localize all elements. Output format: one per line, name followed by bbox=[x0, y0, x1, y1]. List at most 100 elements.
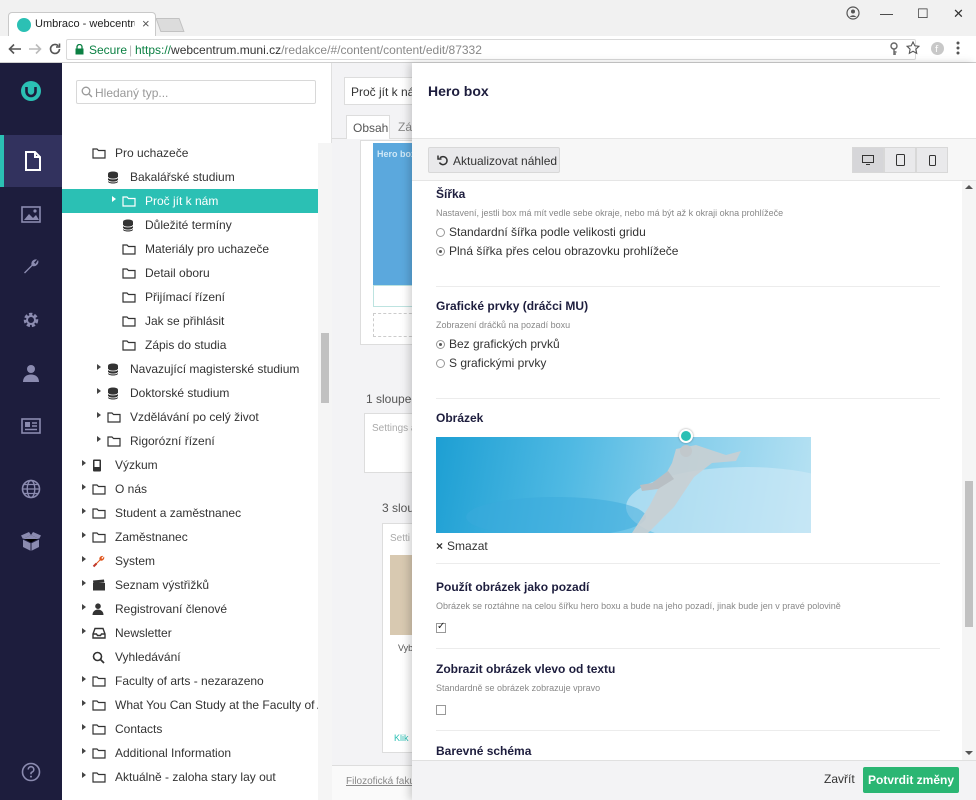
reload-icon[interactable] bbox=[48, 42, 62, 56]
tree-item[interactable]: O nás bbox=[62, 477, 318, 501]
caret-right-icon[interactable] bbox=[82, 700, 86, 706]
tree-item[interactable]: Vyhledávání bbox=[62, 645, 318, 669]
tree-scrollbar[interactable] bbox=[318, 143, 332, 800]
tree-item[interactable]: Doktorské studium bbox=[62, 381, 318, 405]
tab-second[interactable]: Zá bbox=[398, 120, 412, 134]
tree-item[interactable]: Jak se přihlásit bbox=[62, 309, 318, 333]
tree-item[interactable]: Přijímací řízení bbox=[62, 285, 318, 309]
tree-item[interactable]: Zaměstnanec bbox=[62, 525, 318, 549]
tree-item[interactable]: Pro uchazeče bbox=[62, 141, 318, 165]
caret-right-icon[interactable] bbox=[82, 532, 86, 538]
back-arrow-icon[interactable] bbox=[8, 42, 22, 56]
settings-label[interactable]: Settings a bbox=[372, 423, 414, 434]
caret-right-icon[interactable] bbox=[82, 484, 86, 490]
umbraco-logo-icon[interactable] bbox=[0, 65, 62, 117]
caret-right-icon[interactable] bbox=[82, 748, 86, 754]
focal-point-handle[interactable] bbox=[679, 429, 693, 443]
tree-item[interactable]: Seznam výstřižků bbox=[62, 573, 318, 597]
overlay-scrollbar[interactable] bbox=[962, 181, 976, 760]
tree-item[interactable]: What You Can Study at the Faculty of Art… bbox=[62, 693, 338, 717]
profile-icon[interactable] bbox=[846, 6, 860, 20]
scroll-down-icon[interactable] bbox=[965, 751, 973, 755]
tab-content[interactable]: Obsah bbox=[346, 115, 390, 139]
confirm-button[interactable]: Potvrdit změny bbox=[863, 767, 959, 793]
browser-menu-icon[interactable] bbox=[956, 41, 960, 55]
add-content-placeholder[interactable] bbox=[373, 313, 414, 337]
caret-right-icon[interactable] bbox=[82, 556, 86, 562]
delete-image-button[interactable]: × Smazat bbox=[436, 539, 488, 553]
left-checkbox[interactable] bbox=[436, 705, 446, 715]
caret-right-icon[interactable] bbox=[97, 388, 101, 394]
caret-right-icon[interactable] bbox=[82, 676, 86, 682]
caret-right-icon[interactable] bbox=[112, 196, 116, 202]
tree-item[interactable]: Contacts bbox=[62, 717, 318, 741]
forward-arrow-icon[interactable] bbox=[28, 42, 42, 56]
tree-item[interactable]: Materiály pro uchazeče bbox=[62, 237, 318, 261]
tablet-preview-button[interactable] bbox=[884, 147, 916, 173]
caret-right-icon[interactable] bbox=[97, 436, 101, 442]
tree-item[interactable]: System bbox=[62, 549, 318, 573]
caret-right-icon[interactable] bbox=[82, 604, 86, 610]
tree-item[interactable]: Student a zaměstnanec bbox=[62, 501, 318, 525]
tree-item[interactable]: Zápis do studia bbox=[62, 333, 318, 357]
key-icon[interactable] bbox=[888, 42, 900, 56]
mobile-preview-button[interactable] bbox=[916, 147, 948, 173]
packages-box-icon[interactable] bbox=[0, 515, 62, 567]
tree-item[interactable]: Důležité termíny bbox=[62, 213, 318, 237]
caret-right-icon[interactable] bbox=[97, 364, 101, 370]
hero-box-preview[interactable]: Hero box bbox=[373, 143, 414, 285]
new-tab-button[interactable] bbox=[155, 18, 185, 32]
settings-wrench-icon[interactable] bbox=[0, 241, 62, 293]
developer-gear-icon[interactable] bbox=[0, 294, 62, 346]
help-icon[interactable] bbox=[0, 746, 62, 798]
radio-standard[interactable] bbox=[436, 228, 445, 237]
tree-item[interactable]: Newsletter bbox=[62, 621, 318, 645]
scroll-up-icon[interactable] bbox=[965, 185, 973, 189]
tree-search-input[interactable]: Hledaný typ... bbox=[76, 80, 316, 104]
tree-item[interactable]: Faculty of arts - nezarazeno bbox=[62, 669, 318, 693]
bg-checkbox[interactable] bbox=[436, 621, 446, 633]
users-section-icon[interactable] bbox=[0, 347, 62, 399]
caret-right-icon[interactable] bbox=[82, 460, 86, 466]
media-section-icon[interactable] bbox=[0, 188, 62, 240]
breadcrumb-link[interactable]: Filozofická fakulta bbox=[346, 776, 414, 787]
overlay-scrollbar-thumb[interactable] bbox=[965, 481, 973, 627]
caret-right-icon[interactable] bbox=[82, 508, 86, 514]
node-name-input[interactable]: Proč jít k nám bbox=[344, 77, 414, 105]
minimize-button[interactable]: — bbox=[880, 6, 893, 21]
tree-item[interactable]: Rigorózní řízení bbox=[62, 429, 318, 453]
content-section-icon[interactable] bbox=[0, 135, 62, 187]
caret-right-icon[interactable] bbox=[97, 412, 101, 418]
tree-scrollbar-thumb[interactable] bbox=[321, 333, 329, 403]
window-close-button[interactable]: ✕ bbox=[953, 6, 964, 22]
tree-item[interactable]: Aktuálně - zaloha stary lay out bbox=[62, 765, 318, 789]
hero-image-preview[interactable] bbox=[436, 437, 811, 533]
tree-item[interactable]: Bakalářské studium bbox=[62, 165, 318, 189]
caret-right-icon[interactable] bbox=[82, 580, 86, 586]
caret-right-icon[interactable] bbox=[82, 772, 86, 778]
desktop-preview-button[interactable] bbox=[852, 147, 884, 173]
maximize-button[interactable]: ☐ bbox=[917, 6, 929, 22]
caret-right-icon[interactable] bbox=[82, 724, 86, 730]
tree-item[interactable]: Additional Information bbox=[62, 741, 318, 765]
members-section-icon[interactable] bbox=[0, 400, 62, 452]
tree-item[interactable]: Vzdělávání po celý život bbox=[62, 405, 318, 429]
url-field[interactable]: Secure | https://webcentrum.muni.cz/reda… bbox=[66, 39, 916, 60]
browser-tab[interactable]: Umbraco - webcentrum. × bbox=[8, 12, 156, 36]
tab-close-icon[interactable]: × bbox=[142, 16, 150, 31]
settings-label-2[interactable]: Setti bbox=[390, 533, 410, 544]
close-button[interactable]: Zavřít bbox=[824, 772, 855, 786]
click-link[interactable]: Klik bbox=[394, 733, 409, 743]
tree-item[interactable]: Detail oboru bbox=[62, 261, 318, 285]
refresh-preview-button[interactable]: Aktualizovat náhled bbox=[428, 147, 560, 173]
tree-item[interactable]: Proč jít k nám bbox=[62, 189, 318, 213]
radio-with[interactable] bbox=[436, 359, 445, 368]
radio-none[interactable] bbox=[436, 340, 445, 349]
caret-right-icon[interactable] bbox=[82, 628, 86, 634]
tree-item[interactable]: Výzkum bbox=[62, 453, 318, 477]
tree-item[interactable]: Navazující magisterské studium bbox=[62, 357, 318, 381]
radio-full[interactable] bbox=[436, 247, 445, 256]
extension-icon[interactable]: f bbox=[930, 41, 945, 56]
tree-item[interactable]: Registrovaní členové bbox=[62, 597, 318, 621]
translation-globe-icon[interactable] bbox=[0, 463, 62, 515]
